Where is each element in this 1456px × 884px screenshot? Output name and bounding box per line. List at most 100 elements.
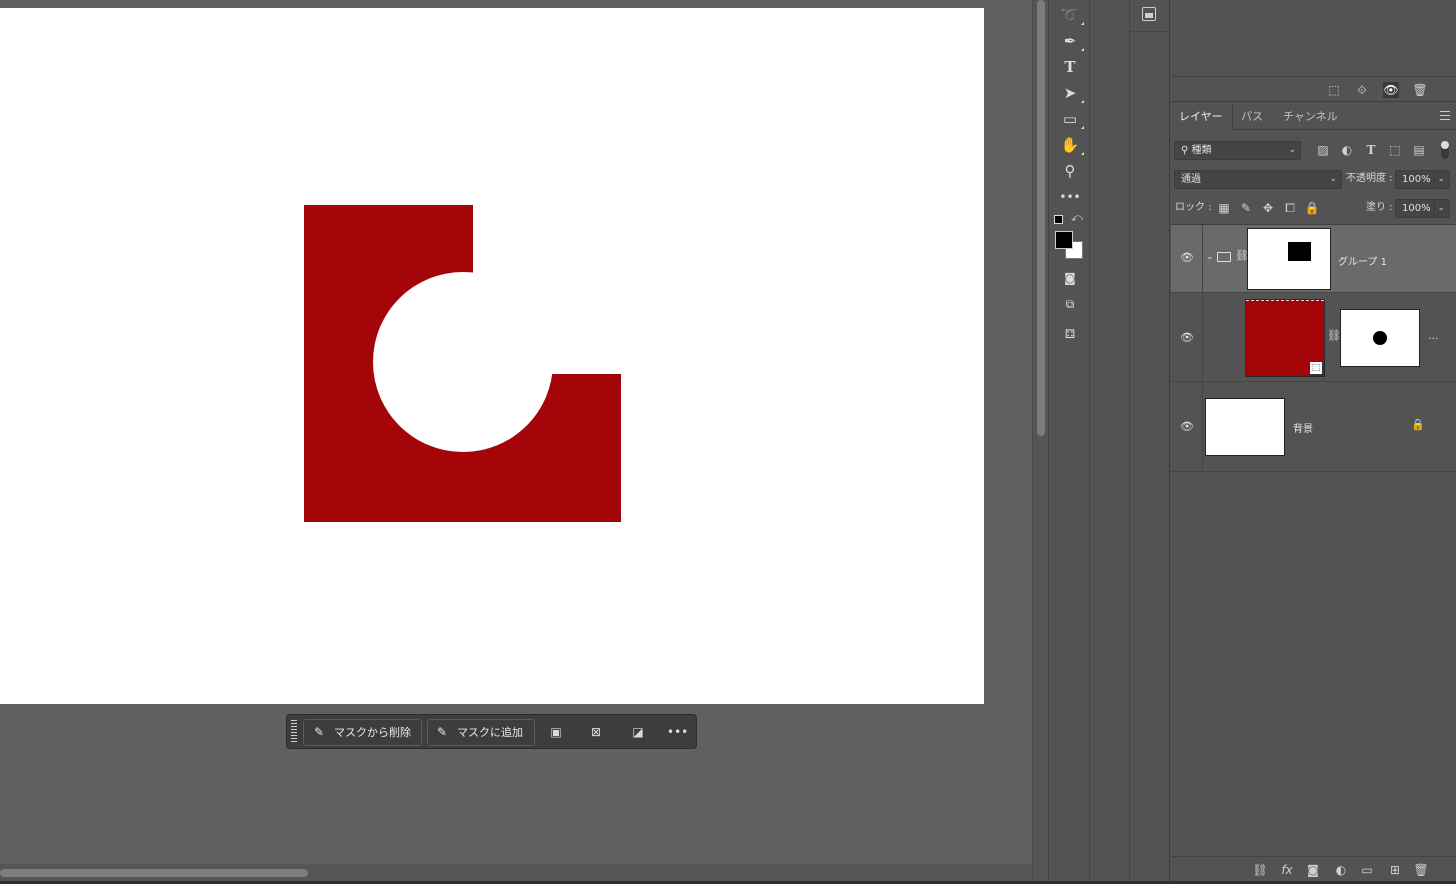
chevron-down-icon: ⌄ <box>1434 171 1445 188</box>
trash-icon[interactable]: 🗑 <box>1413 862 1429 878</box>
adjustment-layer-icon[interactable]: ◐ <box>1333 862 1349 878</box>
document-workspace[interactable]: ✎ マスクから削除 ✎ マスクに追加 ▣ ⊠ ◪ ••• <box>0 0 1032 884</box>
lock-position-icon[interactable]: ✥ <box>1260 200 1276 216</box>
more-icon[interactable]: ... <box>1428 329 1439 342</box>
layers-tabs: レイヤー パス チャンネル <box>1171 104 1456 130</box>
tab-paths[interactable]: パス <box>1233 104 1271 130</box>
trash-icon[interactable]: 🗑 <box>1412 82 1428 98</box>
lock-transparency-icon[interactable]: ▦ <box>1216 200 1232 216</box>
mask-settings-icon[interactable]: ▣ <box>547 724 565 740</box>
quick-mask-icon[interactable]: ◙ <box>1059 267 1081 289</box>
layers-panel-area: ⬚ ⟐ 👁 🗑 レイヤー パス チャンネル ⚲ 種類 ⌄ ▨ ◐ T ⬚ ▤ 通… <box>1171 0 1456 884</box>
vertical-scroll-thumb[interactable] <box>1037 0 1045 436</box>
drag-handle[interactable] <box>291 720 297 744</box>
layers-list: 👁 ⌄ ⛓ グループ 1 👁 ⬚ ⛓ ... 👁 背景 🔒 <box>1171 224 1456 472</box>
link-icon[interactable]: ⛓ <box>1235 249 1249 262</box>
contextual-task-bar[interactable]: ✎ マスクから削除 ✎ マスクに追加 ▣ ⊠ ◪ ••• <box>286 714 697 749</box>
path-selection-icon[interactable]: ➤ <box>1059 82 1084 104</box>
foreground-color-swatch[interactable] <box>1055 231 1073 249</box>
new-layer-icon[interactable]: ⊞ <box>1387 862 1403 878</box>
fill-value: 100% <box>1402 203 1431 214</box>
horizontal-scrollbar[interactable] <box>0 864 1032 882</box>
lock-pixels-icon[interactable]: ✎ <box>1238 200 1254 216</box>
layer-row-background[interactable]: 👁 背景 🔒 <box>1171 382 1456 472</box>
horizontal-scroll-thumb[interactable] <box>0 869 308 877</box>
type-icon[interactable]: T <box>1059 56 1081 78</box>
panel-menu-icon[interactable] <box>1440 111 1450 120</box>
layer-mask-thumbnail[interactable] <box>1340 309 1420 367</box>
add-to-mask-button[interactable]: ✎ マスクに追加 <box>427 719 535 746</box>
layer-visibility-toggle[interactable]: 👁 <box>1171 293 1203 381</box>
lock-artboard-icon[interactable]: ⧠ <box>1282 200 1298 216</box>
invert-mask-icon[interactable]: ◪ <box>629 724 647 740</box>
chevron-down-icon: ⌄ <box>1329 174 1337 184</box>
eye-icon: 👁 <box>1180 251 1194 264</box>
link-layers-icon[interactable]: ⛓ <box>1252 862 1268 878</box>
filter-label: 種類 <box>1191 145 1212 156</box>
layer-row-group-1[interactable]: 👁 ⌄ ⛓ グループ 1 <box>1171 225 1456 293</box>
selection-icon[interactable]: ⬚ <box>1326 82 1342 98</box>
add-mask-icon[interactable]: ◙ <box>1305 862 1321 878</box>
brush-minus-icon: ✎ <box>314 725 325 739</box>
lock-label: ロック : <box>1175 202 1212 213</box>
layer-visibility-toggle[interactable]: 👁 <box>1171 382 1203 471</box>
panel-dock-column-2 <box>1130 0 1170 884</box>
eye-icon: 👁 <box>1180 420 1194 433</box>
filter-type-icon[interactable]: T <box>1363 142 1379 158</box>
mask-from-selection-icon[interactable]: ⟐ <box>1354 82 1370 98</box>
vertical-scrollbar[interactable] <box>1032 0 1048 884</box>
rectangle-icon[interactable]: ▭ <box>1059 108 1084 130</box>
image-panel-icon[interactable] <box>1130 0 1168 32</box>
search-icon: ⚲ <box>1181 145 1189 156</box>
zoom-icon[interactable]: ⚲ <box>1059 160 1081 182</box>
chevron-down-icon: ⌄ <box>1434 200 1445 217</box>
tab-channels[interactable]: チャンネル <box>1275 104 1346 130</box>
filter-smart-object-icon[interactable]: ▤ <box>1411 142 1427 158</box>
lock-all-icon[interactable]: 🔒 <box>1304 200 1320 216</box>
swap-colors-icon[interactable]: ⤺ <box>1071 211 1083 225</box>
filter-pixel-icon[interactable]: ▨ <box>1315 142 1331 158</box>
smart-object-badge-icon: ⬚ <box>1309 361 1323 375</box>
layer-visibility-toggle[interactable]: 👁 <box>1171 225 1203 292</box>
hand-icon[interactable]: ✋ <box>1059 134 1084 156</box>
chevron-down-icon: ⌄ <box>1288 145 1296 155</box>
tab-layers[interactable]: レイヤー <box>1171 104 1233 130</box>
layers-footer: ⛓ fx ◙ ◐ ▭ ⊞ 🗑 <box>1171 856 1456 882</box>
filter-shape-icon[interactable]: ⬚ <box>1387 142 1403 158</box>
filter-toggle[interactable] <box>1441 141 1449 159</box>
fill-label: 塗り : <box>1366 202 1393 213</box>
lock-icon[interactable]: 🔒 <box>1411 418 1425 431</box>
new-group-icon[interactable]: ▭ <box>1359 862 1375 878</box>
eye-icon: 👁 <box>1180 331 1194 344</box>
opacity-field[interactable]: 100% ⌄ <box>1395 170 1450 189</box>
background-thumbnail[interactable] <box>1205 398 1285 456</box>
subtract-from-mask-button[interactable]: ✎ マスクから削除 <box>303 719 422 746</box>
generative-fill-icon[interactable]: ⚃ <box>1059 323 1081 345</box>
group-mask-thumbnail[interactable] <box>1247 228 1331 290</box>
filter-adjustment-icon[interactable]: ◐ <box>1339 142 1355 158</box>
more-tools-icon[interactable]: ••• <box>1059 186 1081 208</box>
fill-field[interactable]: 100% ⌄ <box>1395 199 1450 218</box>
layer-row-fill[interactable]: 👁 ⬚ ⛓ ... <box>1171 293 1456 382</box>
properties-footer-bar: ⬚ ⟐ 👁 🗑 <box>1171 76 1456 102</box>
lasso-icon[interactable]: ➰ <box>1059 4 1084 26</box>
layer-name: グループ 1 <box>1338 257 1387 268</box>
visibility-icon[interactable]: 👁 <box>1383 82 1399 98</box>
disable-mask-icon[interactable]: ⊠ <box>587 724 605 740</box>
layer-name: 背景 <box>1293 424 1313 435</box>
document-canvas[interactable] <box>0 8 984 704</box>
chevron-down-icon[interactable]: ⌄ <box>1206 252 1214 262</box>
fx-icon[interactable]: fx <box>1279 862 1295 878</box>
more-options-icon[interactable]: ••• <box>667 724 688 740</box>
link-icon[interactable]: ⛓ <box>1327 329 1341 342</box>
subtract-from-mask-label: マスクから削除 <box>334 726 411 739</box>
folder-icon <box>1217 252 1231 262</box>
brush-plus-icon: ✎ <box>437 725 448 739</box>
opacity-value: 100% <box>1402 174 1431 185</box>
pen-icon[interactable]: ✒ <box>1059 30 1084 52</box>
layer-filter-select[interactable]: ⚲ 種類 ⌄ <box>1174 141 1301 160</box>
default-colors-icon[interactable] <box>1054 215 1063 224</box>
fill-color-thumbnail[interactable]: ⬚ <box>1245 299 1325 377</box>
screen-mode-icon[interactable]: ⧉ <box>1059 293 1081 315</box>
blend-mode-select[interactable]: 通過 ⌄ <box>1174 170 1342 189</box>
